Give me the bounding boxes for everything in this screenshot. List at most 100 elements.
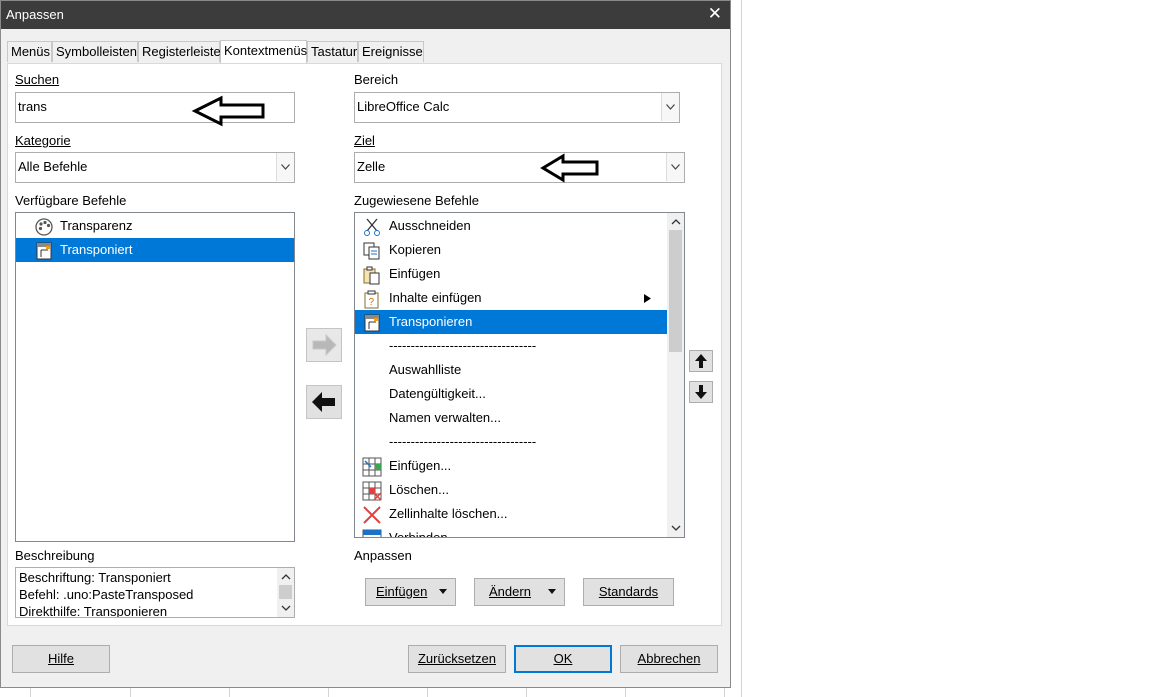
chevron-down-icon[interactable] [661,93,679,121]
list-item[interactable]: Zellinhalte löschen... [355,502,667,526]
list-item-label: Ausschneiden [389,218,471,233]
list-item-label: ---------------------------------- [389,338,537,353]
insert-button-label: Einfügen [376,584,428,599]
list-item[interactable]: Namen verwalten... [355,406,667,430]
palette-icon [34,217,54,237]
defaults-button[interactable]: Standards [583,578,674,606]
transpose-icon [362,313,382,333]
list-item[interactable]: Transponiert [16,238,294,262]
scroll-down-icon[interactable] [281,603,291,613]
list-item[interactable]: Einfügen [355,262,667,286]
list-item-label: ---------------------------------- [389,434,537,449]
list-item[interactable]: Transponieren [355,310,667,334]
cancel-button[interactable]: Abbrechen [620,645,718,673]
modify-button-label: Ändern [489,584,531,599]
remove-command-button[interactable] [306,385,342,419]
separator-item[interactable]: ---------------------------------- [355,334,667,358]
list-item-label: Transparenz [60,218,133,233]
available-commands-list[interactable]: Transparenz Transponiert [15,212,295,542]
category-value: Alle Befehle [18,159,88,174]
category-dropdown[interactable]: Alle Befehle [15,152,295,183]
scope-value: LibreOffice Calc [357,99,450,114]
list-item-label: Kopieren [389,242,442,257]
arrow-down-icon [695,385,707,399]
scope-dropdown[interactable]: LibreOffice Calc [354,92,680,123]
description-box: Beschriftung: Transponiert Befehl: .uno:… [15,567,295,618]
list-item[interactable]: Kopieren [355,238,667,262]
description-tooltip: Direkthilfe: Transponieren [19,604,168,618]
scroll-up-icon[interactable] [671,217,681,227]
arrow-up-icon [695,354,707,368]
reset-button[interactable]: Zurücksetzen [408,645,506,673]
list-item[interactable]: Einfügen... [355,454,667,478]
list-item[interactable]: Ausschneiden [355,214,667,238]
insert-menu-button[interactable]: Einfügen [365,578,456,606]
delete-cells-icon [362,481,382,501]
modify-menu-button[interactable]: Ändern [474,578,565,606]
scroll-up-icon[interactable] [281,572,291,582]
merge-cells-icon [362,529,382,537]
tab-keyboard[interactable]: Tastatur [307,41,358,62]
list-item-label: Auswahlliste [389,362,462,377]
target-label: Ziel [354,133,375,148]
insert-cells-icon [362,457,382,477]
title-bar: Anpassen ✕ [1,1,730,29]
description-command: Befehl: .uno:PasteTransposed [19,587,194,602]
list-item-label: Verbinden [389,530,448,538]
paste-icon [362,265,382,285]
move-down-button[interactable] [689,381,713,403]
list-item[interactable]: Löschen... [355,478,667,502]
scope-label: Bereich [354,72,399,87]
annotation-arrow-icon [191,95,265,127]
description-label: Beschreibung [15,548,95,563]
list-item-label: Namen verwalten... [389,410,501,425]
annotation-arrow-icon [540,153,599,183]
arrow-right-icon [312,333,337,357]
chevron-down-icon[interactable] [276,153,294,181]
dialog-title: Anpassen [6,7,64,22]
ok-button[interactable]: OK [514,645,612,673]
arrow-left-icon [312,392,335,412]
svg-text:?: ? [369,297,375,308]
description-caption: Beschriftung: Transponiert [19,570,171,585]
tab-events[interactable]: Ereignisse [358,41,424,62]
help-button[interactable]: Hilfe [12,645,110,673]
list-item[interactable]: Datengültigkeit... [355,382,667,406]
tab-menus[interactable]: Menüs [7,41,52,62]
assigned-commands-label: Zugewiesene Befehle [354,193,480,208]
list-item[interactable]: Transparenz [16,214,294,238]
separator-item[interactable]: ---------------------------------- [355,430,667,454]
caret-down-icon [548,589,556,594]
chevron-down-icon[interactable] [666,153,684,181]
tab-context-menus[interactable]: Kontextmenüs [220,40,307,63]
list-item[interactable]: Verbinden [355,526,667,538]
search-label: Suchen [15,72,60,87]
list-item[interactable]: Auswahlliste [355,358,667,382]
move-up-button[interactable] [689,350,713,372]
list-item-label: Löschen... [389,482,449,497]
description-scrollbar[interactable] [277,568,294,617]
assigned-commands-list[interactable]: Ausschneiden Kopieren Einfügen ? Inhalte… [354,212,685,538]
list-item-label: Zellinhalte löschen... [389,506,508,521]
transpose-icon [34,241,54,261]
clear-contents-icon [362,505,382,525]
target-dropdown[interactable]: Zelle [354,152,685,183]
list-item-label: Einfügen... [389,458,452,473]
scroll-down-icon[interactable] [671,523,681,533]
tab-notebookbar[interactable]: Registerleiste [138,41,221,62]
available-commands-label: Verfügbare Befehle [15,193,127,208]
list-item-label: Einfügen [389,266,441,281]
caret-down-icon [439,589,447,594]
add-command-button[interactable] [306,328,342,362]
close-icon[interactable]: ✕ [708,4,722,24]
list-item-label: Datengültigkeit... [389,386,486,401]
submenu-arrow-icon [644,294,651,303]
list-item-label: Transponieren [389,314,473,329]
tab-toolbars[interactable]: Symbolleisten [52,41,138,62]
scissors-icon [362,217,382,237]
customize-label: Anpassen [354,548,412,563]
target-value: Zelle [357,159,386,174]
assigned-list-scrollbar[interactable] [667,213,684,537]
scrollbar-thumb[interactable] [669,230,682,352]
list-item[interactable]: ? Inhalte einfügen [355,286,667,310]
